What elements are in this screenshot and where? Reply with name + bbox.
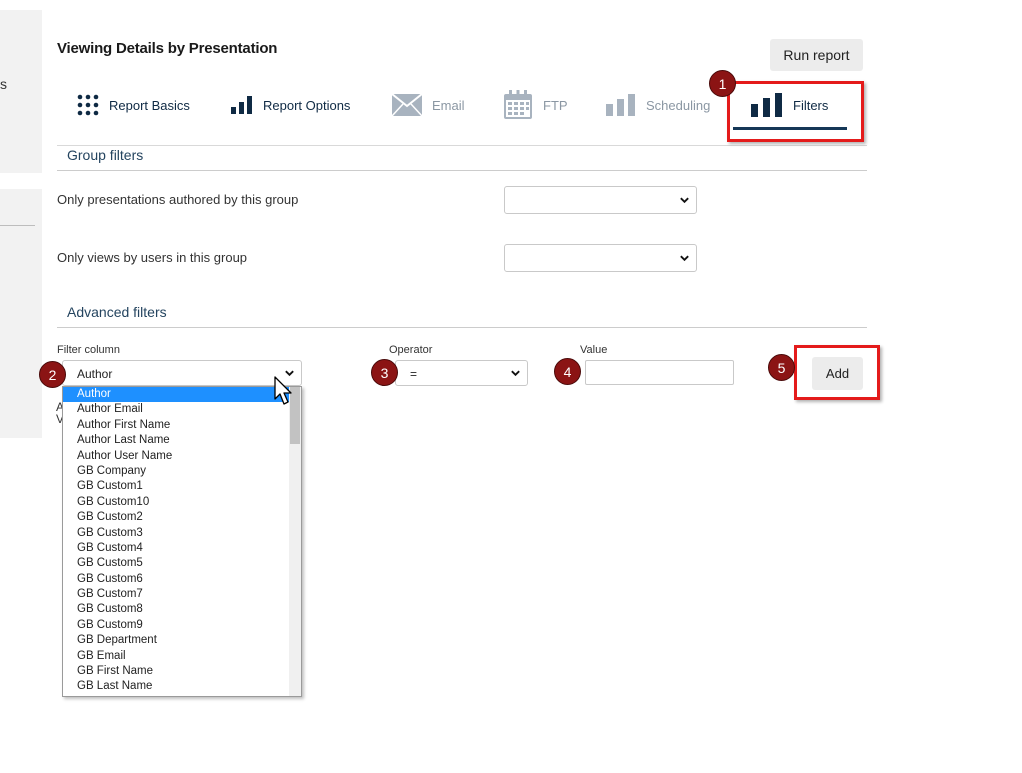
dropdown-option[interactable]: GB Custom5 bbox=[63, 556, 289, 571]
tab-label: Report Basics bbox=[109, 97, 190, 113]
left-panel-bottom bbox=[0, 189, 42, 438]
dropdown-option[interactable]: Author Last Name bbox=[63, 433, 289, 448]
operator-label: Operator bbox=[389, 344, 433, 356]
tab-label: Scheduling bbox=[646, 97, 711, 113]
dropdown-option[interactable]: Author User Name bbox=[63, 449, 289, 464]
tab-report-options[interactable]: Report Options bbox=[231, 86, 350, 124]
dropdown-option[interactable]: GB Email bbox=[63, 649, 289, 664]
advanced-filters-rule bbox=[57, 327, 867, 328]
dropdown-option[interactable]: GB Custom10 bbox=[63, 495, 289, 510]
group-filters-title: Group filters bbox=[67, 147, 144, 163]
bar-chart-icon bbox=[606, 94, 636, 116]
left-divider bbox=[0, 225, 35, 226]
authored-by-group-select[interactable] bbox=[504, 186, 697, 214]
chevron-down-icon bbox=[680, 197, 689, 204]
annotation-badge-2: 2 bbox=[39, 361, 66, 388]
group-filters-rule bbox=[57, 170, 867, 171]
operator-select[interactable]: = bbox=[395, 360, 528, 386]
mouse-cursor-icon bbox=[274, 376, 292, 405]
dropdown-option[interactable]: GB Company bbox=[63, 464, 289, 479]
filter-column-dropdown[interactable]: Author Author Email Author First Name Autho… bbox=[62, 386, 302, 697]
chevron-down-icon bbox=[511, 370, 520, 377]
dropdown-option[interactable]: GB Last Name bbox=[63, 679, 289, 694]
tabs-divider bbox=[57, 145, 867, 146]
tab-label: FTP bbox=[543, 97, 568, 113]
dropdown-option[interactable]: GB Custom2 bbox=[63, 510, 289, 525]
views-by-group-label: Only views by users in this group bbox=[57, 250, 248, 265]
authored-by-group-label: Only presentations authored by this grou… bbox=[57, 192, 299, 207]
filters-tab-highlight bbox=[727, 81, 864, 142]
run-report-button[interactable]: Run report bbox=[770, 39, 863, 71]
page-title: Viewing Details by Presentation bbox=[57, 40, 278, 57]
select-value: Author bbox=[77, 367, 113, 381]
advanced-filters-title: Advanced filters bbox=[67, 304, 167, 320]
tab-label: Report Options bbox=[263, 97, 351, 113]
dropdown-option[interactable]: GB Custom6 bbox=[63, 572, 289, 587]
dropdown-option[interactable]: GB Custom8 bbox=[63, 602, 289, 617]
filter-column-label: Filter column bbox=[57, 344, 120, 356]
envelope-icon bbox=[392, 94, 422, 116]
dropdown-option[interactable]: GB Custom3 bbox=[63, 526, 289, 541]
views-by-group-select[interactable] bbox=[504, 244, 697, 272]
grid-dots-icon bbox=[77, 94, 99, 116]
dropdown-option[interactable]: GB Custom4 bbox=[63, 541, 289, 556]
annotation-badge-5: 5 bbox=[768, 354, 795, 381]
calendar-icon bbox=[503, 90, 533, 120]
dropdown-option[interactable]: GB First Name bbox=[63, 664, 289, 679]
dropdown-option[interactable]: GB Custom9 bbox=[63, 618, 289, 633]
value-input[interactable] bbox=[585, 360, 734, 385]
value-label: Value bbox=[580, 344, 608, 356]
dropdown-option[interactable]: Author First Name bbox=[63, 418, 289, 433]
chevron-down-icon bbox=[680, 255, 689, 262]
tab-report-basics[interactable]: Report Basics bbox=[77, 86, 190, 124]
dropdown-option[interactable]: Author bbox=[63, 387, 289, 403]
annotation-badge-3: 3 bbox=[371, 359, 398, 386]
bar-chart-icon bbox=[231, 96, 253, 114]
tab-label: Email bbox=[432, 97, 465, 113]
dropdown-option[interactable]: GB Department bbox=[63, 633, 289, 648]
select-value: = bbox=[410, 367, 418, 381]
left-partial-text: s bbox=[0, 76, 7, 92]
tab-ftp[interactable]: FTP bbox=[503, 86, 568, 124]
tab-scheduling[interactable]: Scheduling bbox=[606, 86, 710, 124]
dropdown-options: Author Author Email Author First Name Autho… bbox=[63, 387, 289, 695]
dropdown-option[interactable]: Author Email bbox=[63, 402, 289, 417]
dropdown-option[interactable]: GB Custom1 bbox=[63, 479, 289, 494]
dropdown-scrollbar[interactable] bbox=[289, 387, 301, 696]
annotation-badge-1: 1 bbox=[709, 70, 736, 97]
add-button-highlight bbox=[794, 345, 880, 400]
annotation-badge-4: 4 bbox=[554, 358, 581, 385]
tab-email[interactable]: Email bbox=[392, 86, 465, 124]
filter-column-select[interactable]: Author bbox=[62, 360, 302, 386]
dropdown-option[interactable]: GB Custom7 bbox=[63, 587, 289, 602]
